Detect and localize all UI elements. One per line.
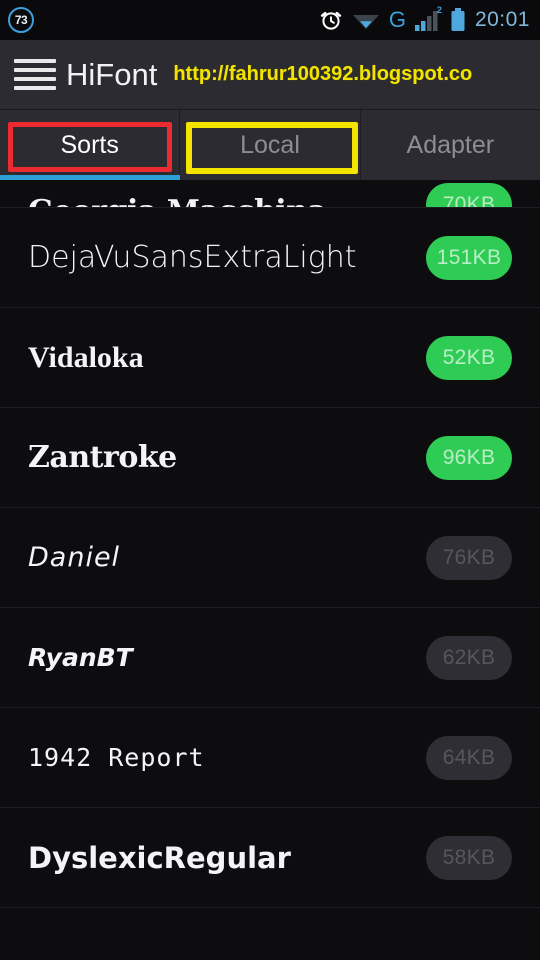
battery-percent-label: 73 <box>14 13 28 27</box>
status-icons-group: G 2 20:01 <box>319 5 530 32</box>
font-size-badge: 64KB <box>426 735 512 780</box>
tab-sorts[interactable]: Sorts <box>0 110 179 180</box>
tab-bar: Sorts Local Adapter <box>0 110 540 180</box>
list-item[interactable]: RyanBT 62KB <box>0 608 540 708</box>
font-name: Daniel <box>28 542 121 573</box>
font-size-badge: 58KB <box>426 835 512 880</box>
list-item[interactable]: 1942 Report 64KB <box>0 708 540 808</box>
alarm-clock-icon <box>320 11 341 30</box>
font-size-badge: 76KB <box>426 535 512 580</box>
tab-adapter[interactable]: Adapter <box>359 110 540 180</box>
tab-local[interactable]: Local <box>179 110 359 180</box>
clock-label: 20:01 <box>474 8 530 31</box>
app-header: HiFont http://fahrur100392.blogspot.co <box>0 40 540 110</box>
list-item[interactable]: DyslexicRegular 58KB <box>0 808 540 908</box>
font-size-badge: 151KB <box>426 235 512 280</box>
watermark-url: http://fahrur100392.blogspot.co <box>173 63 473 85</box>
list-item[interactable]: Zantroke 96KB <box>0 408 540 508</box>
hamburger-menu-icon[interactable] <box>14 59 56 90</box>
font-name: DejaVuSansExtraLight <box>28 240 357 275</box>
font-name: Zantroke <box>28 440 177 475</box>
font-size-badge: 52KB <box>426 335 512 380</box>
font-name: Georgia Macchina <box>28 194 426 207</box>
list-item[interactable]: Georgia Macchina 70KB <box>0 180 540 208</box>
tab-adapter-label: Adapter <box>406 130 495 159</box>
font-name: Vidaloka <box>28 340 144 374</box>
list-item[interactable]: Daniel 76KB <box>0 508 540 608</box>
tab-local-label: Local <box>240 130 300 159</box>
font-size-badge: 70KB <box>426 183 512 207</box>
status-bar: 73 G 2 20:01 <box>0 0 540 40</box>
font-list[interactable]: Georgia Macchina 70KB DejaVuSansExtraLig… <box>0 180 540 960</box>
font-size-badge: 62KB <box>426 635 512 680</box>
battery-icon <box>451 8 465 31</box>
battery-percent-icon: 73 <box>8 7 34 33</box>
signal-bars-icon: 2 <box>414 5 442 31</box>
font-name: RyanBT <box>28 643 133 672</box>
font-name: DyslexicRegular <box>28 840 291 875</box>
font-size-badge: 96KB <box>426 435 512 480</box>
tab-sorts-label: Sorts <box>60 130 119 159</box>
font-name: 1942 Report <box>28 743 205 772</box>
gprs-g-icon: G <box>388 7 406 32</box>
app-title: HiFont <box>66 56 158 92</box>
list-item[interactable]: DejaVuSansExtraLight 151KB <box>0 208 540 308</box>
wifi-icon <box>352 15 379 29</box>
list-item[interactable]: Vidaloka 52KB <box>0 308 540 408</box>
sim-slot-label: 2 <box>436 5 442 15</box>
